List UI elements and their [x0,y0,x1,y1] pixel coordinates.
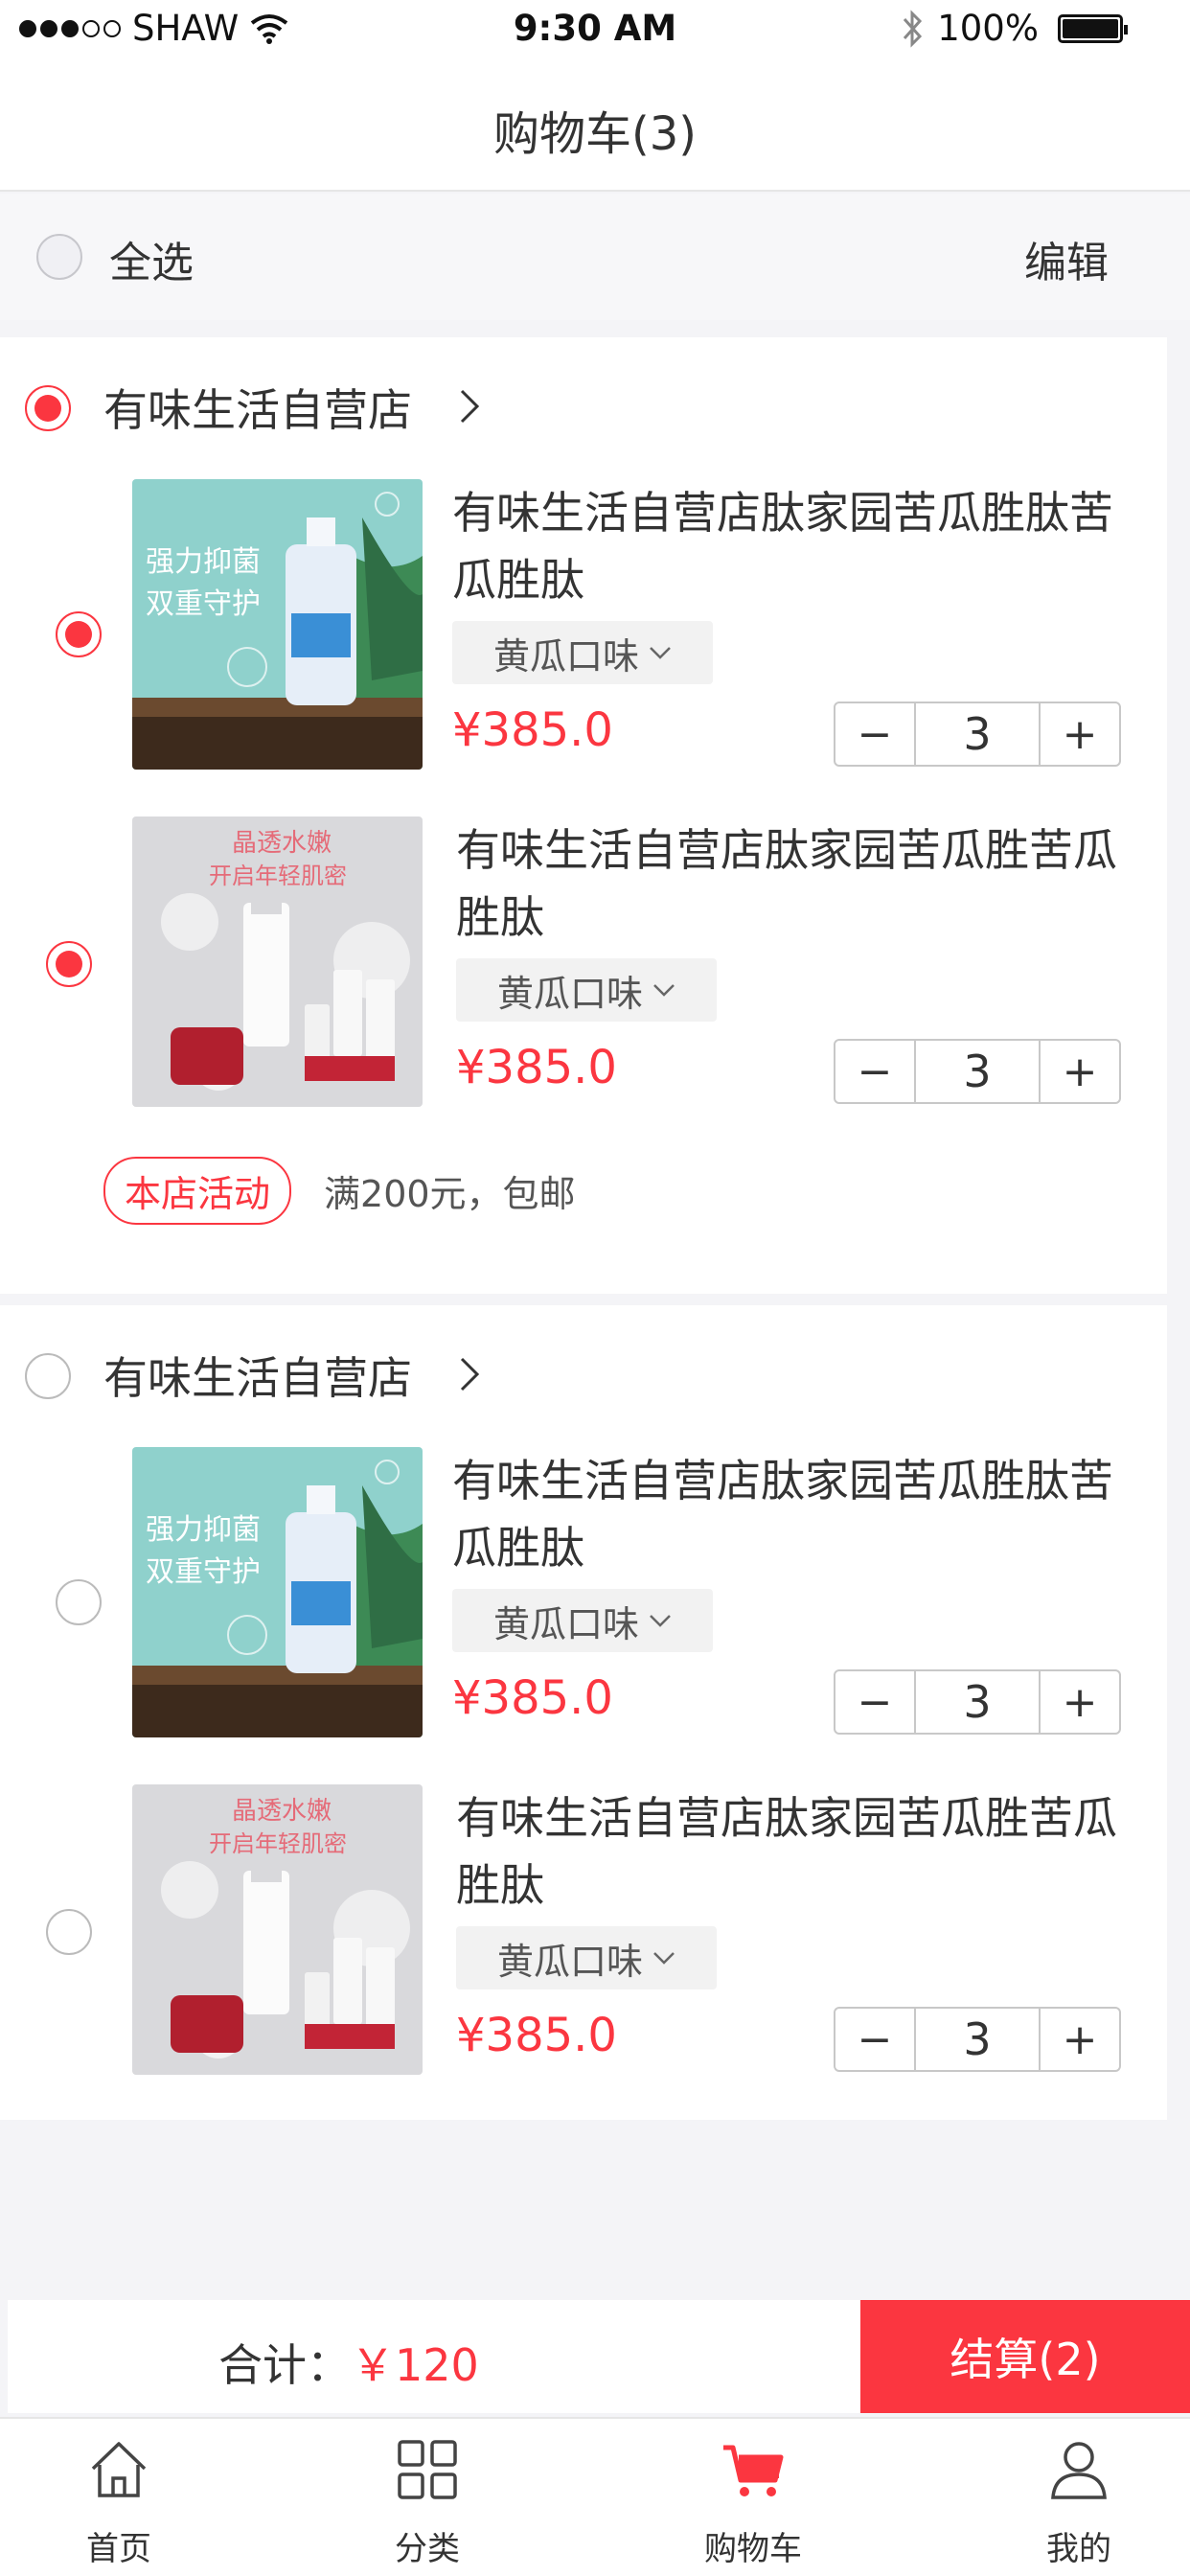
tab-mine[interactable]: 我的 [1002,2436,1156,2569]
total-label: 合计： [218,2339,351,2391]
quantity-stepper: − 3 + [834,1039,1121,1104]
chevron-down-icon [650,647,671,659]
product-image[interactable]: 晶透水嫩 开启年轻肌密 [132,1784,423,2075]
decrease-button[interactable]: − [835,1671,914,1733]
item-checkbox[interactable] [46,1909,92,1955]
cart-item: 晶透水嫩 开启年轻肌密 有味生活自营店肽家园苦瓜胜苦瓜胜肽 黄瓜口味 ¥385.… [0,816,1167,1123]
decrease-button[interactable]: − [835,1041,914,1102]
increase-button[interactable]: + [1041,2009,1119,2070]
checkout-button[interactable]: 结算(2) [860,2300,1190,2413]
store-name[interactable]: 有味生活自营店 [103,1344,412,1407]
quantity-stepper: − 3 + [834,1669,1121,1735]
grid-icon [398,2440,457,2499]
total-price: 合计：￥120 [218,2331,479,2394]
item-title[interactable]: 有味生活自营店肽家园苦瓜胜苦瓜胜肽 [456,816,1146,951]
chevron-down-icon [653,984,675,997]
svg-text:双重守护: 双重守护 [146,1555,261,1589]
item-checkbox[interactable] [46,941,92,987]
store-header[interactable]: 有味生活自营店 [0,1305,1167,1449]
item-price: ¥385.0 [452,703,613,757]
store-name[interactable]: 有味生活自营店 [103,376,412,439]
quantity-value[interactable]: 3 [914,703,1041,765]
product-image[interactable]: 强力抑菌 双重守护 [132,479,423,770]
select-all-label[interactable]: 全选 [109,228,194,289]
select-all-checkbox[interactable] [36,234,82,280]
tab-label: 购物车 [704,2530,802,2568]
checkout-bar: 合计：￥120 结算(2) [8,2300,1190,2413]
item-price: ¥385.0 [456,1041,617,1094]
store-card: 有味生活自营店 强力抑菌 双重守护 有味生活自营店肽家园苦瓜胜肽苦瓜胜肽 黄瓜口… [0,1305,1167,2120]
product-image[interactable]: 晶透水嫩 开启年轻肌密 [132,816,423,1107]
svg-text:强力抑菌: 强力抑菌 [146,1513,261,1547]
spec-selector[interactable]: 黄瓜口味 [452,1589,713,1652]
quantity-value[interactable]: 3 [914,1671,1041,1733]
quantity-stepper: − 3 + [834,2007,1121,2072]
spec-label: 黄瓜口味 [496,972,643,1015]
item-title[interactable]: 有味生活自营店肽家园苦瓜胜肽苦瓜胜肽 [452,479,1142,613]
total-amount: ￥120 [351,2339,479,2391]
tab-label: 首页 [86,2530,151,2568]
item-title[interactable]: 有味生活自营店肽家园苦瓜胜苦瓜胜肽 [456,1784,1146,1919]
user-icon [1051,2442,1107,2499]
select-all-bar: 全选 编辑 [0,194,1190,320]
item-price: ¥385.0 [456,2009,617,2062]
svg-text:双重守护: 双重守护 [146,587,261,621]
tab-home[interactable]: 首页 [42,2436,195,2569]
nav-bar: 购物车(3) [0,58,1190,192]
bluetooth-icon [904,9,923,48]
status-bar: SHAW 9:30 AM 100% [0,0,1190,58]
svg-text:开启年轻肌密: 开启年轻肌密 [209,1830,347,1857]
item-checkbox[interactable] [56,1579,102,1625]
tab-label: 分类 [395,2530,460,2568]
battery-percent: 100% [937,8,1039,49]
cart-icon [723,2445,784,2496]
item-checkbox[interactable] [56,611,102,657]
item-price: ¥385.0 [452,1671,613,1725]
store-header[interactable]: 有味生活自营店 [0,337,1167,481]
spec-selector[interactable]: 黄瓜口味 [452,621,713,684]
quantity-value[interactable]: 3 [914,2009,1041,2070]
decrease-button[interactable]: − [835,703,914,765]
svg-text:晶透水嫩: 晶透水嫩 [232,1797,332,1826]
store-checkbox[interactable] [25,385,71,431]
home-icon [91,2442,147,2497]
tab-label: 我的 [1046,2530,1111,2568]
spec-label: 黄瓜口味 [496,1940,643,1983]
decrease-button[interactable]: − [835,2009,914,2070]
cart-item: 强力抑菌 双重守护 有味生活自营店肽家园苦瓜胜肽苦瓜胜肽 黄瓜口味 ¥385.0… [0,1447,1167,1754]
chevron-right-icon[interactable] [450,387,489,426]
spec-label: 黄瓜口味 [492,634,639,678]
increase-button[interactable]: + [1041,1041,1119,1102]
tab-cart[interactable]: 购物车 [676,2436,830,2569]
chevron-right-icon[interactable] [450,1355,489,1393]
promo-tag[interactable]: 本店活动 [103,1157,292,1225]
increase-button[interactable]: + [1041,703,1119,765]
chevron-down-icon [653,1952,675,1965]
item-title[interactable]: 有味生活自营店肽家园苦瓜胜肽苦瓜胜肽 [452,1447,1142,1581]
product-image[interactable]: 强力抑菌 双重守护 [132,1447,423,1737]
promo-text: 满200元，包邮 [324,1173,576,1215]
spec-selector[interactable]: 黄瓜口味 [456,1926,717,1990]
edit-button[interactable]: 编辑 [1024,228,1109,289]
tab-bar: 首页 分类 购物车 我的 [0,2417,1190,2576]
spec-label: 黄瓜口味 [492,1602,639,1645]
store-checkbox[interactable] [25,1353,71,1399]
quantity-stepper: − 3 + [834,702,1121,767]
quantity-value[interactable]: 3 [914,1041,1041,1102]
increase-button[interactable]: + [1041,1671,1119,1733]
status-right: 100% [901,8,1128,49]
svg-text:强力抑菌: 强力抑菌 [146,545,261,579]
battery-icon [1058,13,1128,43]
store-card: 有味生活自营店 强力抑菌 双重守护 有味生活自营店肽家园苦瓜胜肽苦瓜胜肽 黄瓜口… [0,337,1167,1294]
tab-category[interactable]: 分类 [351,2436,504,2569]
store-promotion: 本店活动 满200元，包邮 [103,1157,576,1225]
svg-text:晶透水嫩: 晶透水嫩 [232,829,332,858]
chevron-down-icon [650,1615,671,1627]
svg-text:开启年轻肌密: 开启年轻肌密 [209,862,347,889]
spec-selector[interactable]: 黄瓜口味 [456,958,717,1022]
page-title: 购物车(3) [493,107,697,161]
cart-item: 晶透水嫩 开启年轻肌密 有味生活自营店肽家园苦瓜胜苦瓜胜肽 黄瓜口味 ¥385.… [0,1784,1167,2091]
cart-item: 强力抑菌 双重守护 有味生活自营店肽家园苦瓜胜肽苦瓜胜肽 黄瓜口味 ¥385.0… [0,479,1167,786]
